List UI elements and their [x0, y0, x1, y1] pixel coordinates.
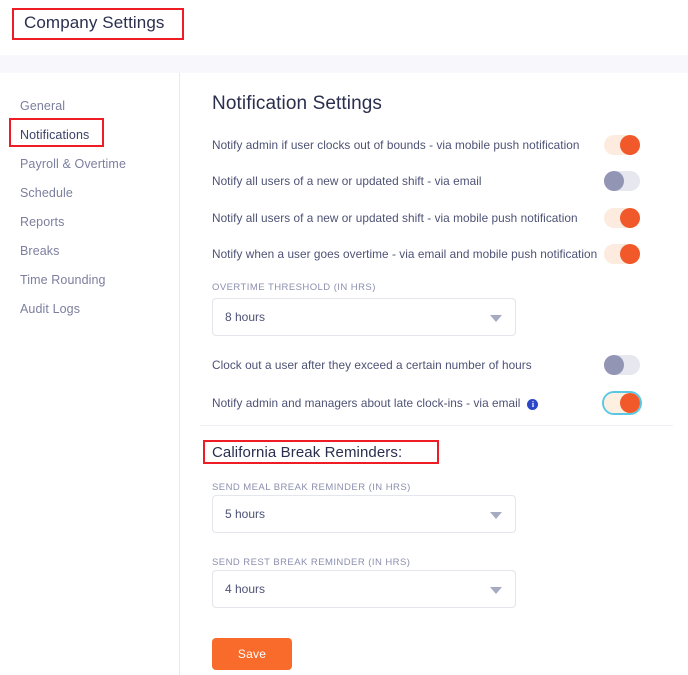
sidebar-item-label: Reports — [20, 215, 64, 229]
toggle-knob — [620, 208, 640, 228]
notification-toggle[interactable] — [604, 208, 640, 228]
toggle-knob — [620, 393, 640, 413]
notification-label: Notify admin if user clocks out of bound… — [212, 138, 580, 152]
sidebar-item-notifications[interactable]: Notifications — [0, 120, 180, 149]
sidebar-item-label: General — [20, 99, 65, 113]
settings-sidebar: General Notifications Payroll & Overtime Sc… — [0, 73, 180, 675]
section-divider — [200, 425, 673, 426]
notification-toggle[interactable] — [604, 393, 640, 413]
sidebar-item-label: Notifications — [20, 128, 89, 142]
section-title: Notification Settings — [212, 93, 382, 115]
toggle-knob — [620, 135, 640, 155]
sidebar-nav-list: General Notifications Payroll & Overtime Sc… — [0, 91, 180, 323]
company-settings-page: Company Settings General Notifications Pay… — [0, 0, 688, 675]
sidebar-item-label: Breaks — [20, 244, 60, 258]
overtime-threshold-select[interactable]: 8 hours — [212, 298, 516, 336]
chevron-down-icon — [490, 512, 502, 519]
save-button[interactable]: Save — [212, 638, 292, 670]
notification-row: Notify all users of a new or updated shi… — [212, 170, 660, 192]
notification-row: Clock out a user after they exceed a cer… — [212, 354, 660, 376]
rest-break-label: SEND REST BREAK REMINDER (IN HRS) — [212, 557, 410, 568]
notification-toggle[interactable] — [604, 135, 640, 155]
toggle-knob — [604, 171, 624, 191]
sidebar-item-label: Audit Logs — [20, 302, 80, 316]
notification-label: Clock out a user after they exceed a cer… — [212, 358, 532, 372]
notification-label: Notify all users of a new or updated shi… — [212, 174, 482, 188]
sidebar-item-label: Schedule — [20, 186, 73, 200]
notification-toggle[interactable] — [604, 244, 640, 264]
break-reminders-title: California Break Reminders: — [212, 444, 402, 461]
chevron-down-icon — [490, 315, 502, 322]
info-icon[interactable]: i — [527, 399, 538, 410]
notification-toggle[interactable] — [604, 355, 640, 375]
sidebar-item-schedule[interactable]: Schedule — [0, 178, 180, 207]
toggle-knob — [604, 355, 624, 375]
rest-break-value: 4 hours — [225, 582, 265, 596]
sidebar-item-label: Time Rounding — [20, 273, 106, 287]
sidebar-item-reports[interactable]: Reports — [0, 207, 180, 236]
sidebar-item-time-rounding[interactable]: Time Rounding — [0, 265, 180, 294]
overtime-threshold-label: OVERTIME THRESHOLD (IN HRS) — [212, 282, 376, 293]
notification-row: Notify admin and managers about late clo… — [212, 392, 660, 414]
chevron-down-icon — [490, 587, 502, 594]
notification-label: Notify admin and managers about late clo… — [212, 396, 520, 410]
notification-row: Notify all users of a new or updated shi… — [212, 207, 660, 229]
header-divider-band — [0, 55, 688, 73]
toggle-knob — [620, 244, 640, 264]
meal-break-value: 5 hours — [225, 507, 265, 521]
notification-label: Notify when a user goes overtime - via e… — [212, 247, 597, 261]
notification-row: Notify when a user goes overtime - via e… — [212, 243, 660, 265]
sidebar-item-breaks[interactable]: Breaks — [0, 236, 180, 265]
sidebar-item-general[interactable]: General — [0, 91, 180, 120]
page-header: Company Settings — [0, 0, 688, 55]
sidebar-item-audit-logs[interactable]: Audit Logs — [0, 294, 180, 323]
notification-row: Notify admin if user clocks out of bound… — [212, 134, 660, 156]
sidebar-item-payroll-overtime[interactable]: Payroll & Overtime — [0, 149, 180, 178]
notification-label: Notify all users of a new or updated shi… — [212, 211, 578, 225]
overtime-threshold-value: 8 hours — [225, 310, 265, 324]
meal-break-select[interactable]: 5 hours — [212, 495, 516, 533]
sidebar-active-underline — [20, 145, 90, 147]
page-title: Company Settings — [24, 13, 165, 33]
rest-break-select[interactable]: 4 hours — [212, 570, 516, 608]
sidebar-item-label: Payroll & Overtime — [20, 157, 126, 171]
notification-toggle[interactable] — [604, 171, 640, 191]
meal-break-label: SEND MEAL BREAK REMINDER (IN HRS) — [212, 482, 411, 493]
settings-content: Notification Settings Notify admin if us… — [180, 73, 688, 675]
